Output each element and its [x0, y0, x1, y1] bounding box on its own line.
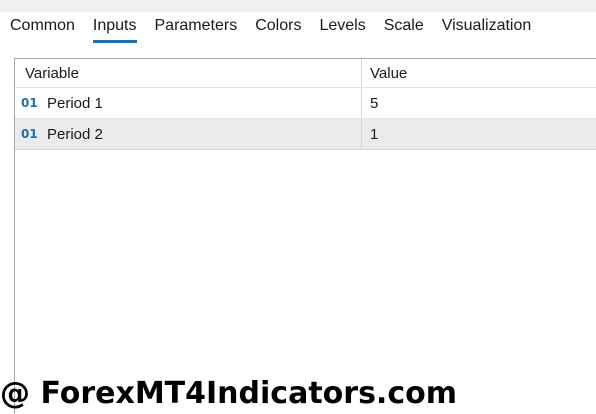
tab-common[interactable]: Common: [0, 12, 84, 40]
tab-scale[interactable]: Scale: [375, 12, 433, 40]
value-column-header[interactable]: Value: [362, 59, 596, 87]
variable-cell[interactable]: 01 Period 2: [15, 119, 362, 149]
watermark-text: @ ForexMT4Indicators.com: [0, 376, 457, 411]
value-cell[interactable]: 1: [362, 119, 596, 149]
tab-bar: Common Inputs Parameters Colors Levels S…: [0, 12, 596, 44]
table-header: Variable Value: [15, 59, 596, 87]
table-row[interactable]: 01 Period 1 5: [15, 87, 596, 118]
variable-cell[interactable]: 01 Period 1: [15, 88, 362, 118]
table-row[interactable]: 01 Period 2 1: [15, 118, 596, 150]
inputs-table: Variable Value 01 Period 1 5 01 Period 2…: [14, 58, 596, 414]
value-cell[interactable]: 5: [362, 88, 596, 118]
variable-column-header[interactable]: Variable: [15, 59, 362, 87]
tab-colors[interactable]: Colors: [246, 12, 310, 40]
tab-levels[interactable]: Levels: [310, 12, 374, 40]
variable-name: Period 2: [47, 125, 103, 143]
tab-inputs[interactable]: Inputs: [84, 12, 146, 43]
integer-type-icon: 01: [21, 96, 38, 110]
window-top-strip: [0, 0, 596, 12]
tab-parameters[interactable]: Parameters: [146, 12, 247, 40]
variable-name: Period 1: [47, 94, 103, 112]
tab-visualization[interactable]: Visualization: [433, 12, 541, 40]
integer-type-icon: 01: [21, 127, 38, 141]
